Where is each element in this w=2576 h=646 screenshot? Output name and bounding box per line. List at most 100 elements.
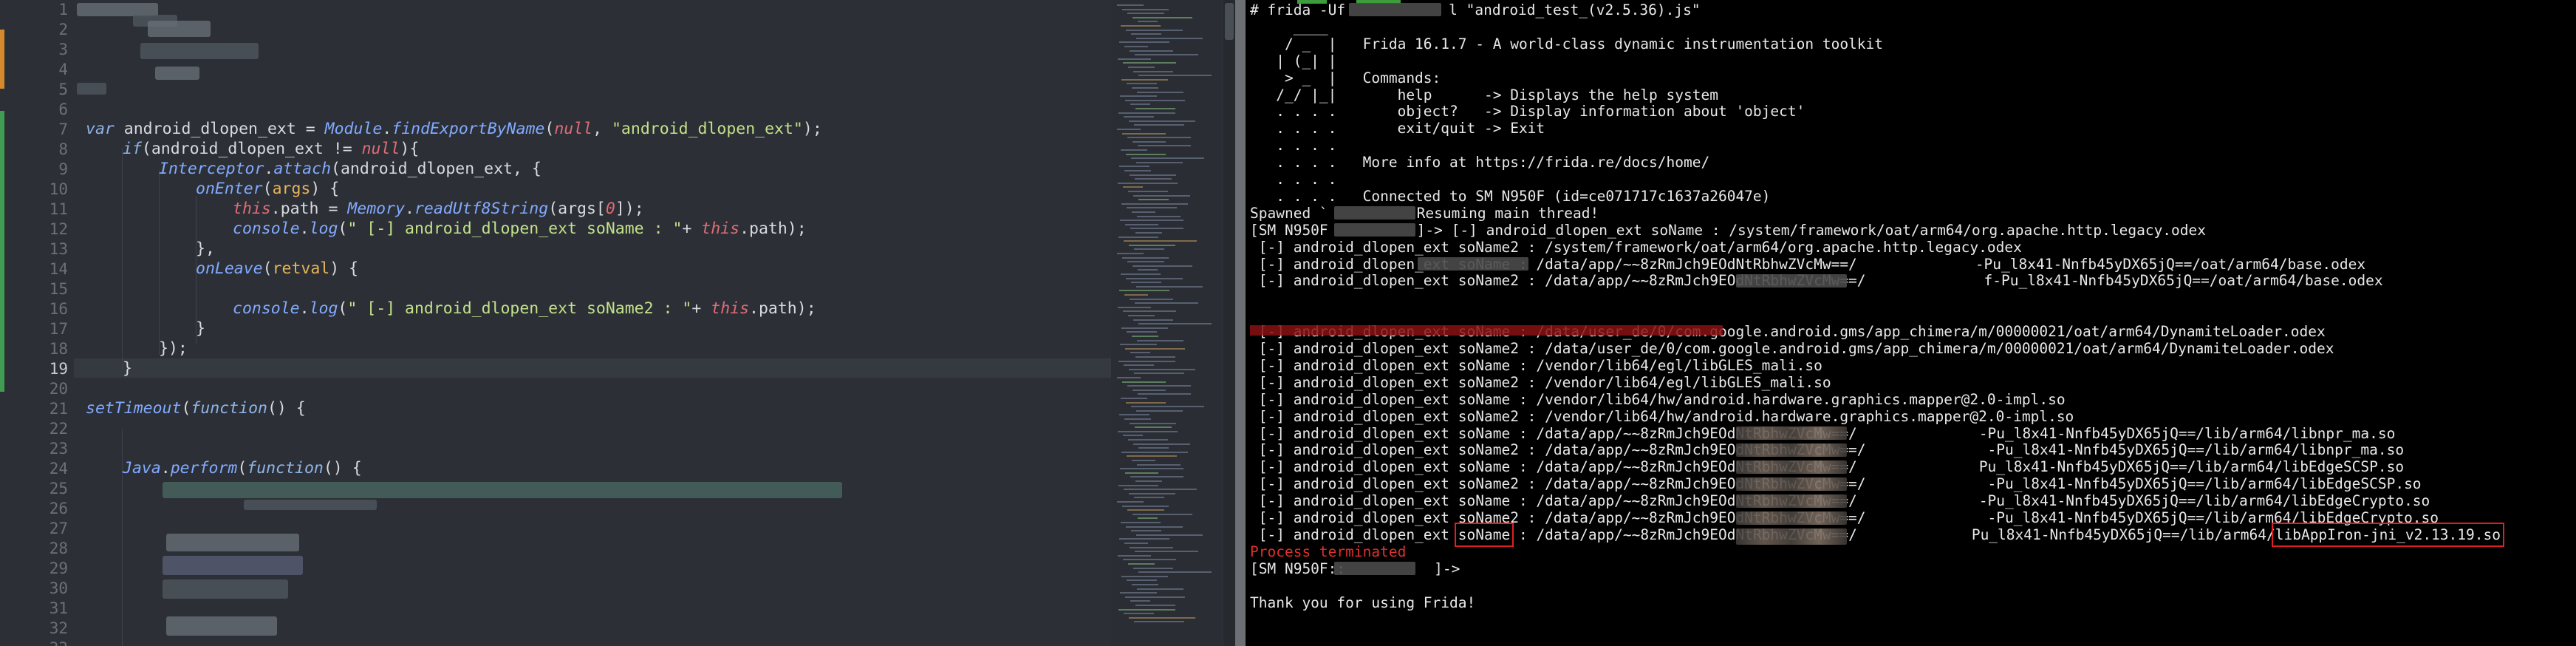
editor-scrollbar[interactable] [1223, 0, 1235, 646]
redacted-code [77, 83, 106, 95]
redacted-code [140, 43, 259, 59]
terminal-pane[interactable]: # frida -Uf l "android_test_(v2.5.36).js"… [1246, 0, 2576, 646]
log-text: [-] android_dlopen_ext soName2 : /vendor… [1250, 373, 1831, 391]
command-text: # frida -Uf [1250, 1, 1346, 18]
log-text-tail: -Pu_l8x41-Nnfb45yDX65jQ==/lib/arm64/libn… [1978, 424, 2396, 442]
line-number: 17 [49, 320, 68, 338]
terminal-line-r6: [-] android_dlopen_ext soName2 : /data/u… [1250, 340, 2334, 358]
minimap-line [1120, 592, 1157, 594]
redacted-region [1736, 477, 1847, 491]
minimap-line [1136, 285, 1203, 288]
minimap-line [1119, 41, 1169, 44]
minimap-line [1133, 194, 1190, 197]
minimap-line [1124, 543, 1148, 544]
minimap-line [1137, 463, 1181, 466]
log-text: [-] android_dlopen_ext soName : /data/ap… [1250, 255, 1857, 273]
minimap-line [1119, 538, 1169, 540]
terminal-line-thanks: Thank you for using Frida! [1250, 594, 1475, 612]
current-line-highlight [74, 358, 1138, 378]
minimap-line [1127, 385, 1191, 387]
terminal-line-r7: [-] android_dlopen_ext soName : /vendor/… [1250, 357, 1822, 375]
minimap-line [1118, 112, 1175, 114]
code-minimap[interactable] [1111, 0, 1222, 646]
line-number: 27 [49, 520, 68, 537]
line-number: 26 [49, 500, 68, 517]
minimap-line [1130, 298, 1173, 300]
line-number: 2 [58, 21, 68, 38]
code-editor-pane[interactable]: 1 2 3 4 5 6 7 8 9 10 11 12 13 14 15 16 17 18 19 20 21 22 23 24 2… [0, 0, 1235, 646]
minimap-line [1135, 356, 1175, 358]
terminal-line-r2: [-] android_dlopen_ext soName2 : /system… [1250, 239, 2022, 256]
minimap-line [1121, 149, 1147, 151]
code-line-14: onLeave(retval) { [196, 259, 359, 278]
minimap-line [1138, 269, 1158, 271]
minimap-line [1132, 140, 1166, 143]
minimap-line [1138, 393, 1191, 395]
line-number: 32 [49, 619, 68, 637]
log-text-tail: -Pu_l8x41-Nnfb45yDX65jQ==/lib/arm64/libE… [1987, 475, 2422, 493]
minimap-line [1129, 492, 1175, 494]
minimap-line [1127, 13, 1164, 15]
line-number: 30 [49, 579, 68, 597]
minimap-line [1117, 377, 1141, 378]
minimap-line [1122, 132, 1166, 135]
minimap-line [1135, 54, 1198, 56]
minimap-line [1118, 484, 1158, 486]
minimap-line [1127, 579, 1157, 582]
line-number: 7 [58, 120, 68, 138]
minimap-line [1118, 360, 1175, 362]
minimap-line [1130, 50, 1173, 52]
minimap-line [1131, 406, 1204, 408]
log-text: . . . . [1250, 171, 1337, 188]
redacted-region [1736, 460, 1847, 474]
minimap-line [1119, 166, 1149, 168]
terminal-line-b6: . . . . object? -> Display information a… [1250, 103, 1805, 120]
code-line-18: }); [159, 339, 188, 358]
log-text: [-] android_dlopen_ext soName2 : /vendor… [1250, 407, 2074, 425]
minimap-line [1121, 273, 1161, 275]
terminal-line-b8: . . . . [1250, 137, 1336, 154]
terminal-line-b11: . . . . Connected to SM N950F (id=ce0717… [1250, 188, 1770, 205]
line-number: 4 [58, 61, 68, 78]
minimap-line [1133, 319, 1173, 321]
minimap-line [1134, 621, 1184, 623]
minimap-line [1131, 530, 1161, 532]
line-number: 20 [49, 380, 68, 398]
minimap-line [1127, 83, 1157, 85]
log-text: ]-> [-] android_dlopen_ext soName : /sys… [1416, 221, 2207, 239]
redacted-region [1334, 223, 1415, 237]
minimap-line [1124, 116, 1154, 118]
minimap-line [1128, 563, 1155, 565]
redacted-code [155, 67, 199, 80]
log-text: . . . . object? -> Display information a… [1250, 103, 1805, 120]
minimap-line [1136, 534, 1203, 536]
minimap-line [1119, 414, 1149, 416]
minimap-line [1127, 137, 1191, 139]
line-number: 31 [49, 599, 68, 617]
minimap-line [1124, 294, 1148, 296]
minimap-line [1124, 240, 1197, 242]
minimap-line [1127, 455, 1177, 458]
minimap-line [1118, 182, 1178, 184]
minimap-line [1121, 522, 1161, 523]
minimap-line [1118, 236, 1158, 238]
terminal-line-b4: > _ | Commands: [1250, 69, 1441, 87]
line-number: 15 [49, 280, 68, 298]
pane-divider[interactable] [1235, 0, 1246, 646]
line-number: 9 [58, 160, 68, 178]
minimap-line [1132, 513, 1192, 515]
prompt-text: [SM N950F:: [1250, 560, 1346, 577]
minimap-line [1128, 439, 1168, 441]
minimap-line [1120, 344, 1157, 346]
minimap-line [1138, 21, 1158, 23]
minimap-line [1132, 211, 1155, 213]
line-number: 21 [49, 400, 68, 418]
terminal-line-b2: / _ | Frida 16.1.7 - A world-class dynam… [1250, 35, 1883, 53]
minimap-line [1136, 161, 1183, 163]
editor-scrollbar-thumb[interactable] [1225, 3, 1234, 40]
spawned-text-tail: Resuming main thread! [1416, 204, 1599, 222]
log-text: ____ [1250, 18, 1328, 35]
minimap-line [1118, 608, 1175, 611]
minimap-line [1137, 215, 1181, 217]
process-terminated-text: Process terminated [1250, 543, 1407, 560]
